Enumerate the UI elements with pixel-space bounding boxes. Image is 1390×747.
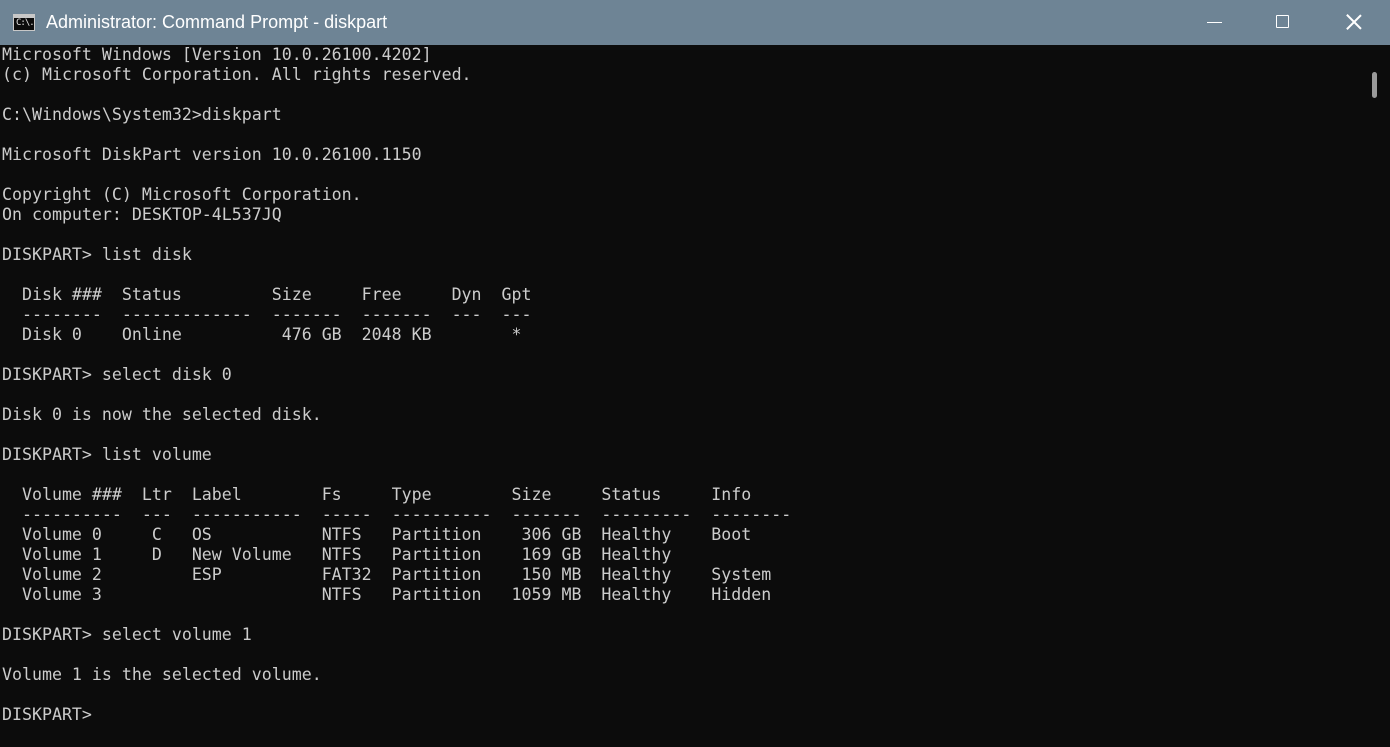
console-line: Copyright (C) Microsoft Corporation. [2,185,362,204]
console-line: (c) Microsoft Corporation. All rights re… [2,65,472,84]
console-lines: Microsoft Windows [Version 10.0.26100.42… [0,45,1362,725]
console-line: Volume 2 ESP FAT32 Partition 150 MB Heal… [2,565,772,584]
cmd-prompt-icon[interactable]: C:\. [13,14,35,31]
console-output[interactable]: Microsoft Windows [Version 10.0.26100.42… [0,45,1362,747]
console-line: Volume ### Ltr Label Fs Type Size Status… [2,485,752,504]
maximize-icon [1276,15,1289,28]
window-title: Administrator: Command Prompt - diskpart [46,12,388,32]
console-line: Disk ### Status Size Free Dyn Gpt [2,285,532,304]
minimize-icon [1207,22,1222,23]
console-line: Disk 0 is now the selected disk. [2,405,322,424]
console-line: Volume 0 C OS NTFS Partition 306 GB Heal… [2,525,752,544]
console-line: Volume 3 NTFS Partition 1059 MB Healthy … [2,585,772,604]
console-line: Volume 1 D New Volume NTFS Partition 169… [2,545,672,564]
console-line: DISKPART> list volume [2,445,212,464]
close-icon [1346,14,1362,30]
console-line: DISKPART> select disk 0 [2,365,232,384]
maximize-button[interactable] [1249,0,1319,45]
command-prompt-window: C:\. Administrator: Command Prompt - dis… [0,0,1390,747]
vertical-scrollbar[interactable] [1362,45,1390,747]
console-line: Volume 1 is the selected volume. [2,665,322,684]
console-line: Microsoft DiskPart version 10.0.26100.11… [2,145,422,164]
console-line: Microsoft Windows [Version 10.0.26100.42… [2,45,432,64]
console-line: DISKPART> list disk [2,245,192,264]
icon-glyph: C:\. [16,18,35,28]
console-line: DISKPART> select volume 1 [2,625,252,644]
scrollbar-thumb[interactable] [1372,72,1377,98]
console-line: C:\Windows\System32>diskpart [2,105,282,124]
console-line: ---------- --- ----------- ----- -------… [2,505,792,524]
console-line: DISKPART> [2,705,102,724]
console-line: -------- ------------- ------- ------- -… [2,305,532,324]
minimize-button[interactable] [1179,0,1249,45]
console-line: On computer: DESKTOP-4L537JQ [2,205,282,224]
title-bar[interactable]: C:\. Administrator: Command Prompt - dis… [0,0,1390,45]
close-button[interactable] [1319,0,1389,45]
console-line: Disk 0 Online 476 GB 2048 KB * [2,325,522,344]
